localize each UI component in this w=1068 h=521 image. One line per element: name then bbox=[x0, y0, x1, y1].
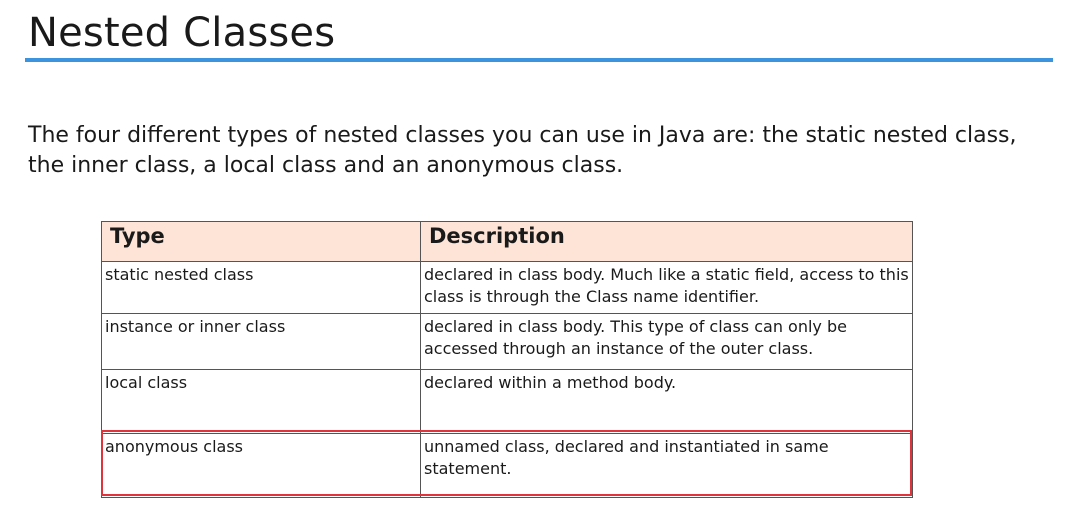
column-header-type: Type bbox=[101, 221, 421, 262]
description-cell: declared within a method body. bbox=[420, 369, 913, 434]
description-cell: declared in class body. This type of cla… bbox=[420, 313, 913, 370]
description-cell: declared in class body. Much like a stat… bbox=[420, 261, 913, 314]
type-cell: static nested class bbox=[101, 261, 421, 314]
column-header-description: Description bbox=[420, 221, 913, 262]
table-row: instance or inner class declared in clas… bbox=[101, 313, 913, 370]
title-underline bbox=[25, 58, 1053, 62]
table-header-row: Type Description bbox=[101, 221, 913, 262]
table-row: static nested class declared in class bo… bbox=[101, 261, 913, 314]
table-row: local class declared within a method bod… bbox=[101, 369, 913, 434]
type-cell: local class bbox=[101, 369, 421, 434]
table-row-highlighted: anonymous class unnamed class, declared … bbox=[101, 433, 913, 498]
type-cell: anonymous class bbox=[101, 433, 421, 498]
nested-classes-table: Type Description static nested class dec… bbox=[101, 221, 913, 498]
description-cell: unnamed class, declared and instantiated… bbox=[420, 433, 913, 498]
type-cell: instance or inner class bbox=[101, 313, 421, 370]
intro-paragraph: The four different types of nested class… bbox=[28, 123, 1017, 178]
slide-title: Nested Classes bbox=[28, 10, 336, 56]
